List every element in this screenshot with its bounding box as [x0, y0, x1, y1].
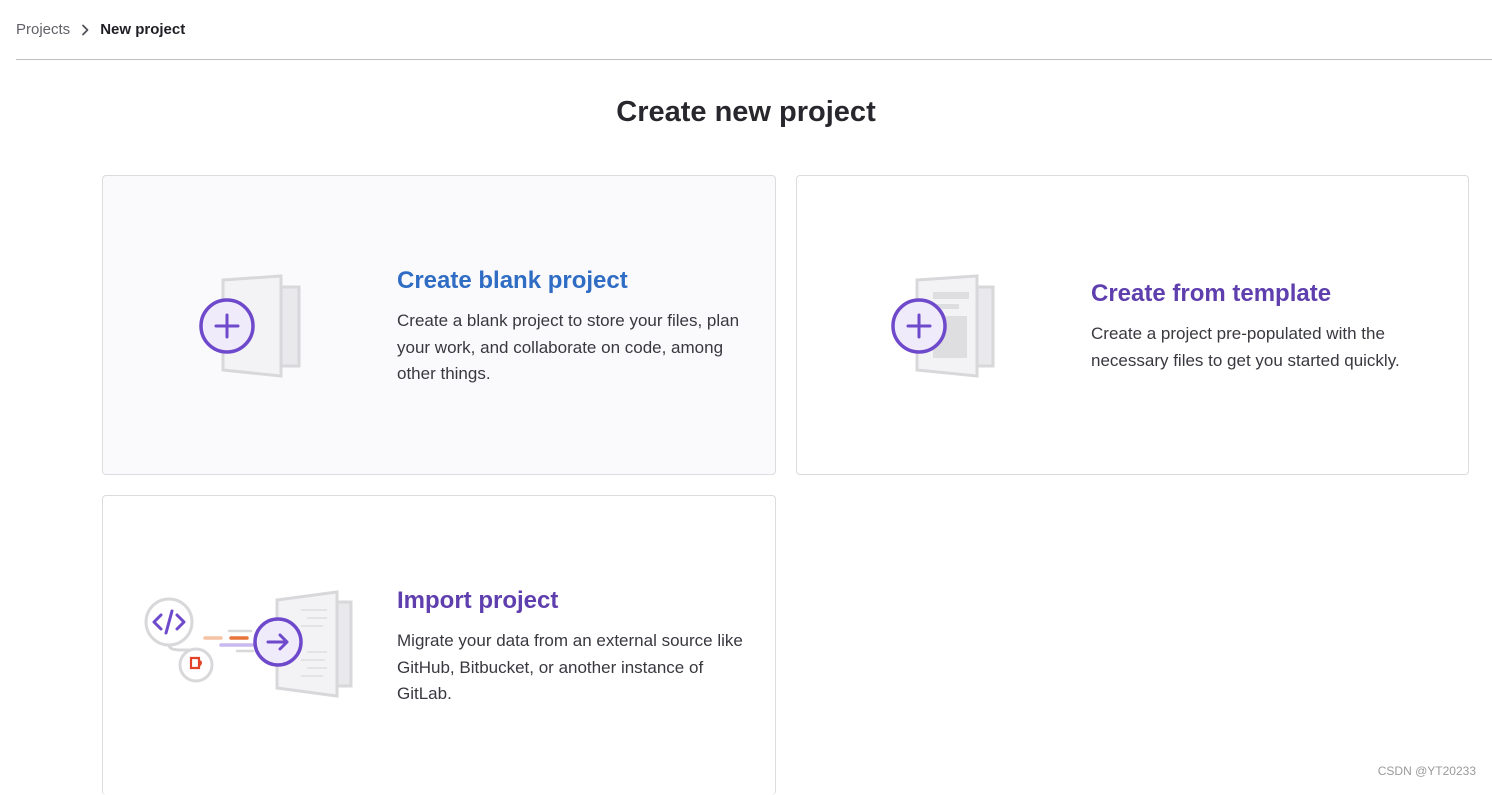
page-title: Create new project	[0, 96, 1492, 129]
import-project-card[interactable]: Import project Migrate your data from an…	[102, 495, 776, 795]
breadcrumb-current: New project	[100, 21, 185, 38]
import-project-icon	[141, 590, 357, 707]
breadcrumb-projects-link[interactable]: Projects	[16, 21, 70, 38]
create-from-template-card[interactable]: Create from template Create a project pr…	[796, 175, 1469, 475]
breadcrumb: Projects New project	[16, 0, 1492, 60]
blank-project-icon	[195, 272, 305, 387]
import-project-title[interactable]: Import project	[397, 586, 757, 616]
import-project-description: Migrate your data from an external sourc…	[397, 628, 757, 708]
template-project-icon	[889, 272, 999, 387]
create-from-template-description: Create a project pre-populated with the …	[1091, 321, 1451, 374]
create-from-template-title[interactable]: Create from template	[1091, 279, 1451, 309]
watermark: CSDN @YT20233	[1378, 764, 1476, 778]
create-blank-project-card[interactable]: Create blank project Create a blank proj…	[102, 175, 776, 475]
create-blank-project-description: Create a blank project to store your fil…	[397, 308, 747, 388]
chevron-right-icon	[70, 24, 100, 36]
create-blank-project-title[interactable]: Create blank project	[397, 266, 747, 296]
